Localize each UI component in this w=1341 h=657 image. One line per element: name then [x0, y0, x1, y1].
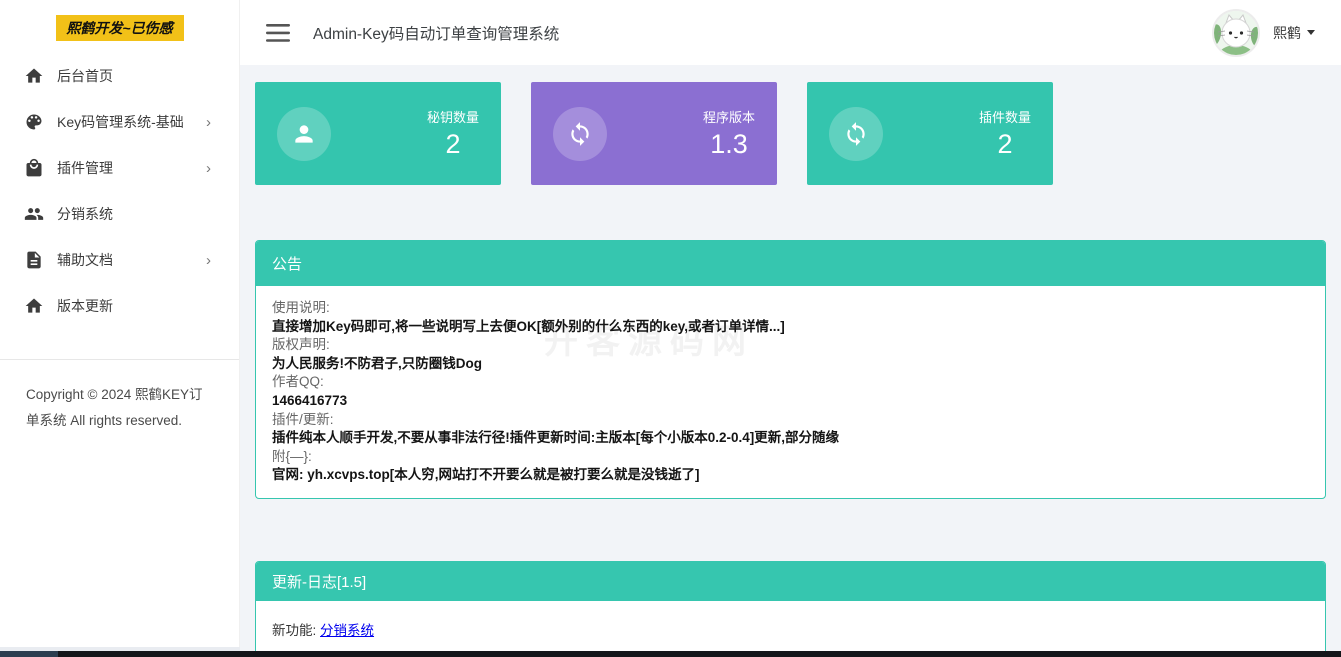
top-bar: Admin-Key码自动订单查询管理系统 熙鹤	[240, 0, 1341, 65]
home-icon	[24, 296, 44, 316]
sidebar-item-label: Key码管理系统-基础	[57, 112, 184, 132]
stat-label: 插件数量	[979, 107, 1031, 126]
sync-icon	[829, 107, 883, 161]
announcement-line: 作者QQ:	[272, 373, 1309, 392]
avatar[interactable]	[1212, 9, 1260, 57]
new-feature-label: 新功能:	[272, 623, 316, 638]
stat-card-plugin-count: 插件数量 2	[807, 82, 1053, 185]
palette-icon	[24, 112, 44, 132]
stat-card-program-version: 程序版本 1.3	[531, 82, 777, 185]
changelog-panel-body: 新功能: 分销系统	[256, 601, 1325, 657]
sidebar-item-label: 插件管理	[57, 158, 113, 178]
sidebar-item-label: 分销系统	[57, 204, 113, 224]
sidebar-item-docs[interactable]: 辅助文档 ›	[0, 237, 239, 283]
sidebar-nav: 后台首页 Key码管理系统-基础 › 插件管理 › 分销系统	[0, 53, 239, 329]
chevron-right-icon: ›	[206, 253, 211, 268]
sidebar: 熙鹤开发~已伤感 后台首页 Key码管理系统-基础 › 插件管理 ›	[0, 0, 240, 657]
shopping-bag-icon	[24, 158, 44, 178]
chevron-right-icon: ›	[206, 115, 211, 130]
dev-badge: 熙鹤开发~已伤感	[56, 15, 184, 41]
sidebar-item-distribution[interactable]: 分销系统	[0, 191, 239, 237]
copyright-text: Copyright © 2024 熙鹤KEY订单系统 All rights re…	[0, 360, 239, 434]
sidebar-item-version-update[interactable]: 版本更新	[0, 283, 239, 329]
sidebar-item-key-manage[interactable]: Key码管理系统-基础 ›	[0, 99, 239, 145]
announcement-panel: 公告 开客源码网 使用说明: 直接增加Key码即可,将一些说明写上去便OK[额外…	[255, 240, 1326, 499]
sidebar-item-label: 版本更新	[57, 296, 113, 316]
stat-value: 2	[997, 129, 1012, 160]
stat-label: 程序版本	[703, 107, 755, 126]
announcement-line: 插件纯本人顺手开发,不要从事非法行径!插件更新时间:主版本[每个小版本0.2-0…	[272, 429, 1309, 448]
distribution-system-link[interactable]: 分销系统	[320, 623, 374, 638]
person-icon	[277, 107, 331, 161]
home-icon	[24, 66, 44, 86]
stat-label: 秘钥数量	[427, 107, 479, 126]
announcement-line: 为人民服务!不防君子,只防圈钱Dog	[272, 355, 1309, 374]
menu-icon[interactable]	[266, 23, 292, 43]
page-title: Admin-Key码自动订单查询管理系统	[313, 22, 559, 44]
changelog-panel-title: 更新-日志[1.5]	[256, 562, 1325, 601]
user-menu[interactable]: 熙鹤	[1212, 9, 1315, 57]
announcement-line: 插件/更新:	[272, 411, 1309, 430]
sidebar-item-label: 后台首页	[57, 66, 113, 86]
announcement-panel-body: 开客源码网 使用说明: 直接增加Key码即可,将一些说明写上去便OK[额外别的什…	[256, 286, 1325, 498]
sync-icon	[553, 107, 607, 161]
announcement-panel-title: 公告	[256, 241, 1325, 286]
changelog-panel: 更新-日志[1.5] 新功能: 分销系统	[255, 561, 1326, 657]
announcement-line: 附{—}:	[272, 448, 1309, 467]
main-content: 秘钥数量 2 程序版本 1.3 插件数量 2 公告 开客源码	[240, 65, 1341, 657]
chevron-right-icon: ›	[206, 161, 211, 176]
sidebar-item-label: 辅助文档	[57, 250, 113, 270]
stat-card-key-count: 秘钥数量 2	[255, 82, 501, 185]
sidebar-item-plugin-manage[interactable]: 插件管理 ›	[0, 145, 239, 191]
caret-down-icon	[1307, 30, 1315, 35]
document-icon	[24, 250, 44, 270]
announcement-line: 直接增加Key码即可,将一些说明写上去便OK[额外别的什么东西的key,或者订单…	[272, 318, 1309, 337]
stat-cards-row: 秘钥数量 2 程序版本 1.3 插件数量 2	[255, 82, 1326, 185]
announcement-line: 官网: yh.xcvps.top[本人穷,网站打不开要么就是被打要么就是没钱逝了…	[272, 466, 1309, 485]
announcement-line: 使用说明:	[272, 299, 1309, 318]
announcement-line: 版权声明:	[272, 336, 1309, 355]
username[interactable]: 熙鹤	[1273, 23, 1301, 43]
bottom-edge-bar	[0, 651, 1341, 657]
sidebar-item-home[interactable]: 后台首页	[0, 53, 239, 99]
stat-value: 2	[445, 129, 460, 160]
people-icon	[24, 204, 44, 224]
announcement-line: 1466416773	[272, 392, 1309, 411]
stat-value: 1.3	[710, 129, 748, 160]
